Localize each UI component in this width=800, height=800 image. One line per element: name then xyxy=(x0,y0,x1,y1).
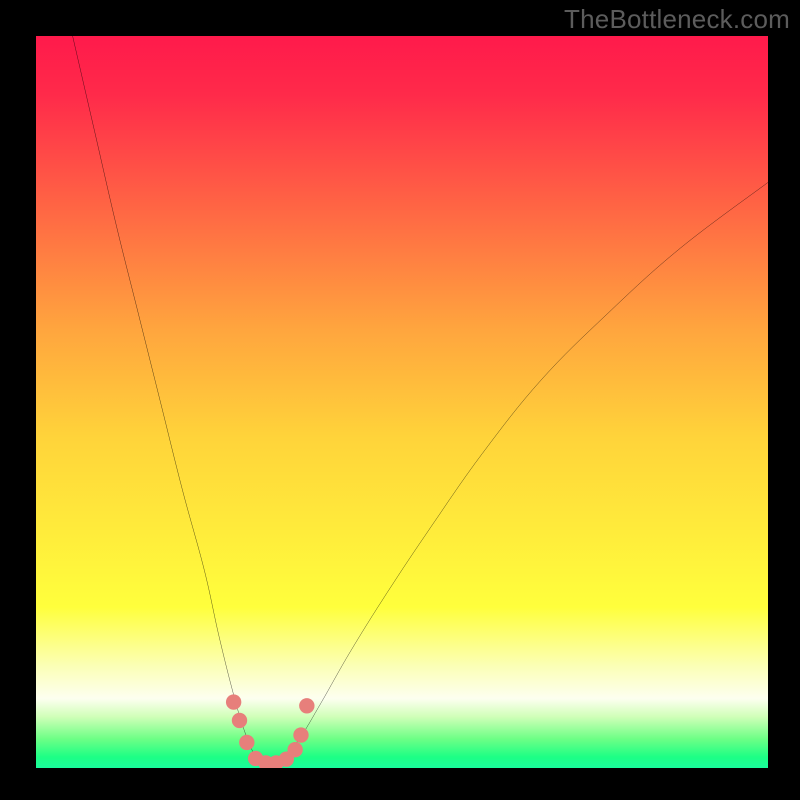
chart-frame: TheBottleneck.com xyxy=(0,0,800,800)
watermark-text: TheBottleneck.com xyxy=(564,4,790,35)
plot-area xyxy=(36,36,768,768)
background-gradient xyxy=(36,36,768,768)
